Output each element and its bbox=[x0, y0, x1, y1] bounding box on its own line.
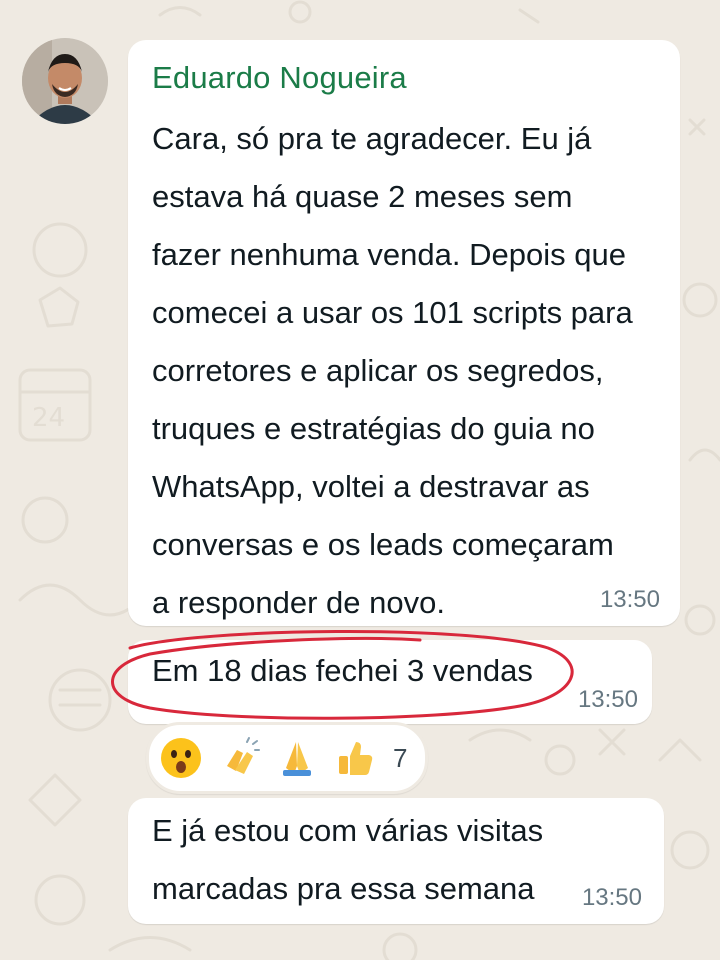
message-timestamp: 13:50 bbox=[577, 686, 638, 713]
thumbs-up-icon bbox=[339, 742, 373, 775]
sender-avatar[interactable] bbox=[22, 38, 108, 124]
message-text: Em 18 dias fechei 3 vendas bbox=[152, 653, 533, 688]
message-text: E já estou com várias visitas marcadas p… bbox=[152, 813, 544, 906]
folded-hands-icon bbox=[283, 742, 311, 776]
message-timestamp: 13:50 bbox=[599, 586, 660, 613]
message-bubble[interactable]: E já estou com várias visitas marcadas p… bbox=[128, 798, 664, 924]
clapping-hands-icon bbox=[227, 737, 260, 774]
reactions-bar[interactable]: 7 bbox=[146, 722, 429, 794]
message-timestamp: 13:50 bbox=[581, 884, 642, 911]
astonished-face-icon bbox=[161, 738, 201, 778]
reactions-count: 7 bbox=[393, 742, 408, 773]
svg-text:24: 24 bbox=[32, 403, 65, 433]
message-bubble[interactable]: Eduardo Nogueira Cara, só pra te agradec… bbox=[128, 40, 680, 626]
sender-name[interactable]: Eduardo Nogueira bbox=[152, 60, 407, 96]
avatar-photo bbox=[22, 38, 108, 124]
message-text: Cara, só pra te agradecer. Eu já estava … bbox=[152, 121, 633, 620]
message-bubble-highlighted[interactable]: Em 18 dias fechei 3 vendas 13:50 bbox=[128, 640, 652, 724]
